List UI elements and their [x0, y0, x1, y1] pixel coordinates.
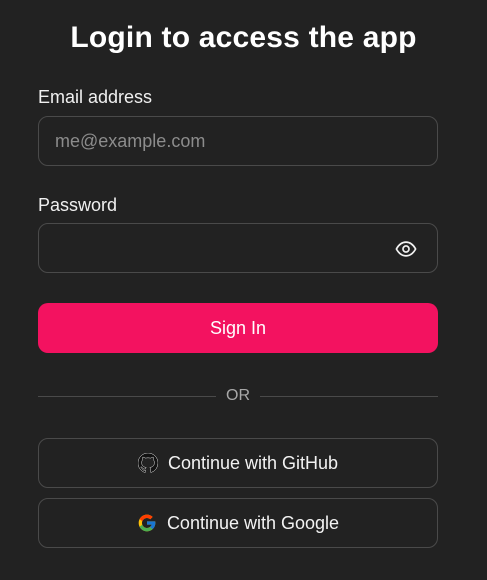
google-icon — [137, 513, 157, 533]
divider-text: OR — [226, 387, 250, 404]
email-field[interactable] — [39, 117, 437, 165]
google-login-button[interactable]: Continue with Google — [38, 498, 438, 548]
password-field[interactable] — [39, 224, 437, 272]
divider-line-left — [38, 396, 216, 397]
email-label: Email address — [38, 87, 153, 107]
email-field-container[interactable] — [38, 116, 438, 166]
page-title: Login to access the app — [70, 21, 417, 54]
sign-in-button[interactable]: Sign In — [38, 303, 438, 353]
github-icon — [137, 453, 158, 473]
github-login-label: Continue with GitHub — [167, 452, 339, 473]
password-label: Password — [38, 195, 118, 215]
github-login-button[interactable]: Continue with GitHub — [38, 438, 438, 488]
divider-line-right — [260, 396, 438, 397]
password-field-container[interactable] — [38, 223, 438, 273]
login-page: Login to access the app Email address Pa… — [0, 0, 487, 580]
eye-icon[interactable] — [395, 239, 417, 259]
google-login-label: Continue with Google — [166, 512, 340, 533]
